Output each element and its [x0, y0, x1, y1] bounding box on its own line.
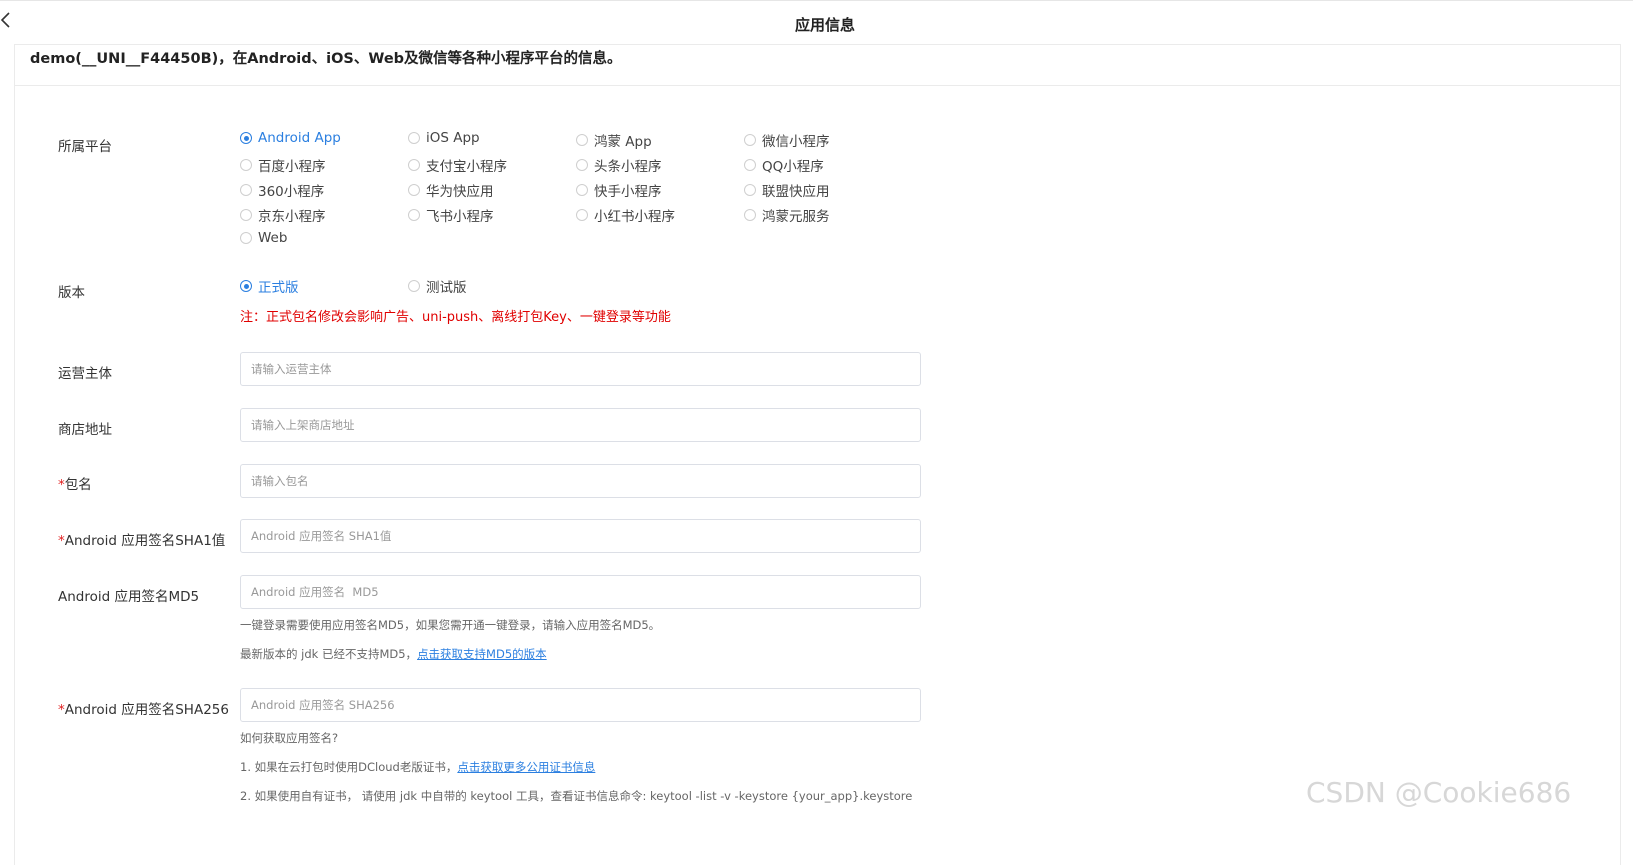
package-name-label: *包名	[58, 473, 92, 493]
radio-icon	[744, 184, 756, 196]
top-border	[0, 0, 1633, 1]
radio-icon	[576, 209, 588, 221]
platform-option-harmony-app[interactable]: 鸿蒙 App	[576, 130, 652, 150]
version-option-release[interactable]: 正式版	[240, 276, 299, 296]
operator-input[interactable]	[240, 352, 921, 386]
radio-icon	[576, 159, 588, 171]
platform-option-label: 鸿蒙元服务	[762, 209, 830, 225]
platform-option-toutiao-miniprogram[interactable]: 头条小程序	[576, 155, 662, 175]
platform-option-baidu-miniprogram[interactable]: 百度小程序	[240, 155, 326, 175]
platform-option-360-miniprogram[interactable]: 360小程序	[240, 180, 324, 200]
required-mark: *	[58, 477, 65, 493]
platform-label: 所属平台	[58, 139, 112, 155]
platform-option-harmony-atomic-service[interactable]: 鸿蒙元服务	[744, 205, 830, 225]
radio-checked-icon	[240, 132, 252, 144]
platform-option-label: Android App	[258, 130, 341, 146]
platform-option-union-quickapp[interactable]: 联盟快应用	[744, 180, 830, 200]
radio-icon	[744, 209, 756, 221]
store-url-label: 商店地址	[58, 422, 112, 438]
signature-help-step2: 2. 如果使用自有证书， 请使用 jdk 中自带的 keytool 工具，查看证…	[240, 789, 913, 803]
version-option-label: 正式版	[258, 280, 299, 296]
md5-jdk-hint: 最新版本的 jdk 已经不支持MD5，点击获取支持MD5的版本	[240, 646, 547, 662]
platform-option-label: 小红书小程序	[594, 209, 675, 225]
radio-icon	[576, 184, 588, 196]
page-title: 应用信息	[794, 16, 855, 34]
signature-help-step1-text: 1. 如果在云打包时使用DCloud老版证书，	[240, 760, 458, 774]
platform-option-label: 京东小程序	[258, 209, 326, 225]
required-mark: *	[58, 702, 65, 718]
platform-option-jd-miniprogram[interactable]: 京东小程序	[240, 205, 326, 225]
radio-icon	[408, 280, 420, 292]
md5-hint: 一键登录需要使用应用签名MD5，如果您需开通一键登录，请输入应用签名MD5。	[240, 618, 661, 632]
radio-icon	[408, 132, 420, 144]
platform-option-label: 华为快应用	[426, 184, 494, 200]
md5-input[interactable]	[240, 575, 921, 609]
radio-icon	[576, 134, 588, 146]
radio-icon	[744, 159, 756, 171]
platform-option-label: 飞书小程序	[426, 209, 494, 225]
platform-option-ios-app[interactable]: iOS App	[408, 130, 480, 146]
platform-option-xiaohongshu-miniprogram[interactable]: 小红书小程序	[576, 205, 675, 225]
signature-help-step1: 1. 如果在云打包时使用DCloud老版证书，点击获取更多公用证书信息	[240, 759, 595, 775]
app-description: demo(__UNI__F44450B)，在Android、iOS、Web及微信…	[30, 51, 622, 67]
platform-option-label: QQ小程序	[762, 159, 824, 175]
version-option-test[interactable]: 测试版	[408, 276, 467, 296]
signature-help-title: 如何获取应用签名?	[240, 731, 339, 745]
md5-jdk-link[interactable]: 点击获取支持MD5的版本	[417, 647, 547, 661]
csdn-watermark: CSDN @Cookie686	[1306, 776, 1572, 809]
sha256-input[interactable]	[240, 688, 921, 722]
radio-icon	[240, 159, 252, 171]
required-mark: *	[58, 533, 65, 549]
package-name-input[interactable]	[240, 464, 921, 498]
platform-option-feishu-miniprogram[interactable]: 飞书小程序	[408, 205, 494, 225]
platform-option-web[interactable]: Web	[240, 230, 287, 246]
platform-option-label: iOS App	[426, 130, 480, 146]
radio-icon	[240, 232, 252, 244]
radio-checked-icon	[240, 280, 252, 292]
operator-label: 运营主体	[58, 366, 112, 382]
platform-option-alipay-miniprogram[interactable]: 支付宝小程序	[408, 155, 507, 175]
sha1-label: *Android 应用签名SHA1值	[58, 529, 225, 549]
radio-icon	[408, 209, 420, 221]
sha256-label: *Android 应用签名SHA256	[58, 698, 229, 718]
version-option-label: 测试版	[426, 280, 467, 296]
platform-option-kuaishou-miniprogram[interactable]: 快手小程序	[576, 180, 662, 200]
sha1-label-text: Android 应用签名SHA1值	[64, 533, 226, 549]
platform-option-label: 联盟快应用	[762, 184, 830, 200]
platform-option-label: 头条小程序	[594, 159, 662, 175]
platform-option-label: 360小程序	[258, 184, 325, 200]
platform-option-qq-miniprogram[interactable]: QQ小程序	[744, 155, 824, 175]
platform-option-label: Web	[258, 230, 288, 246]
platform-option-label: 鸿蒙 App	[594, 134, 652, 150]
card-header: demo(__UNI__F44450B)，在Android、iOS、Web及微信…	[15, 45, 1620, 86]
radio-icon	[408, 184, 420, 196]
platform-option-wechat-miniprogram[interactable]: 微信小程序	[744, 130, 830, 150]
platform-option-huawei-quickapp[interactable]: 华为快应用	[408, 180, 494, 200]
platform-option-label: 支付宝小程序	[426, 159, 507, 175]
platform-option-label: 微信小程序	[762, 134, 830, 150]
version-label: 版本	[58, 285, 85, 301]
sha1-input[interactable]	[240, 519, 921, 553]
radio-icon	[408, 159, 420, 171]
md5-label: Android 应用签名MD5	[58, 589, 200, 605]
platform-option-label: 快手小程序	[594, 184, 662, 200]
package-name-label-text: 包名	[64, 477, 92, 493]
public-cert-info-link[interactable]: 点击获取更多公用证书信息	[457, 760, 595, 774]
radio-icon	[240, 209, 252, 221]
radio-icon	[240, 184, 252, 196]
store-url-input[interactable]	[240, 408, 921, 442]
platform-option-label: 百度小程序	[258, 159, 326, 175]
sha256-label-text: Android 应用签名SHA256	[64, 702, 229, 718]
md5-jdk-hint-text: 最新版本的 jdk 已经不支持MD5，	[240, 647, 418, 661]
radio-icon	[744, 134, 756, 146]
version-warning-note: 注：正式包名修改会影响广告、uni-push、离线打包Key、一键登录等功能	[240, 310, 671, 325]
platform-option-android-app[interactable]: Android App	[240, 130, 341, 146]
